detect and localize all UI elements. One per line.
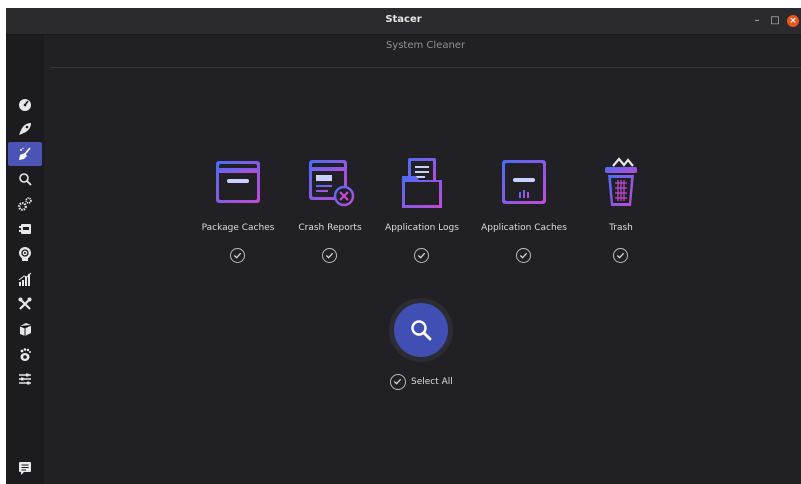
sidebar-item-dashboard[interactable] bbox=[10, 92, 40, 116]
crash-reports-icon bbox=[309, 160, 355, 207]
check-icon bbox=[616, 252, 625, 259]
application-logs-icon bbox=[402, 158, 442, 208]
resources-icon bbox=[19, 247, 31, 261]
select-all-label: Select All bbox=[411, 377, 453, 387]
maximize-button[interactable]: □ bbox=[769, 15, 781, 27]
dashboard-icon bbox=[19, 99, 31, 111]
app-window: Stacer – □ × System Cleaner Package Cach… bbox=[6, 8, 801, 484]
category-trash[interactable]: Trash bbox=[566, 156, 676, 266]
broom-icon bbox=[19, 147, 31, 160]
sidebar-item-statistics[interactable] bbox=[10, 267, 40, 291]
category-application-logs[interactable]: Application Logs bbox=[367, 156, 477, 266]
scan-button-ring bbox=[389, 298, 453, 362]
page-header: System Cleaner bbox=[50, 35, 801, 68]
sidebar-item-uninstaller[interactable] bbox=[10, 217, 40, 241]
check-icon bbox=[233, 252, 242, 259]
select-all-checkbox[interactable] bbox=[390, 374, 406, 390]
check-icon bbox=[417, 252, 426, 259]
sidebar bbox=[6, 35, 44, 484]
scan-button[interactable] bbox=[394, 303, 448, 357]
sidebar-item-services[interactable] bbox=[10, 192, 40, 216]
sidebar-item-system-cleaner[interactable] bbox=[8, 142, 42, 166]
search-icon bbox=[411, 320, 432, 341]
sidebar-item-resources[interactable] bbox=[10, 242, 40, 266]
sidebar-item-gnome-settings[interactable] bbox=[10, 342, 40, 366]
sidebar-item-helpers[interactable] bbox=[10, 292, 40, 316]
sidebar-item-feedback[interactable] bbox=[10, 456, 40, 480]
feedback-icon bbox=[19, 462, 31, 475]
sidebar-item-search[interactable] bbox=[10, 167, 40, 191]
rocket-icon bbox=[19, 123, 31, 135]
checkbox[interactable] bbox=[613, 248, 628, 263]
category-label: Trash bbox=[609, 223, 633, 233]
checkbox[interactable] bbox=[322, 248, 337, 263]
minimize-button[interactable]: – bbox=[751, 15, 763, 27]
trash-icon bbox=[605, 157, 637, 206]
check-icon bbox=[393, 378, 402, 385]
checkbox[interactable] bbox=[414, 248, 429, 263]
sidebar-item-optimizer[interactable] bbox=[10, 117, 40, 141]
checkbox[interactable] bbox=[230, 248, 245, 263]
category-label: Application Logs bbox=[385, 223, 459, 233]
gears-icon bbox=[18, 197, 32, 211]
category-application-caches[interactable]: Application Caches bbox=[469, 156, 579, 266]
sidebar-item-apt-repository[interactable] bbox=[10, 317, 40, 341]
gnome-icon bbox=[20, 348, 31, 361]
application-caches-icon bbox=[499, 160, 549, 204]
check-icon bbox=[519, 252, 528, 259]
settings-sliders-icon bbox=[19, 373, 31, 385]
uninstaller-icon bbox=[19, 224, 31, 234]
close-button[interactable]: × bbox=[787, 15, 799, 27]
package-caches-icon bbox=[216, 161, 260, 203]
category-label: Application Caches bbox=[481, 223, 567, 233]
chart-icon bbox=[18, 272, 32, 286]
checkbox[interactable] bbox=[516, 248, 531, 263]
page-title: System Cleaner bbox=[385, 40, 466, 51]
tools-icon bbox=[18, 297, 32, 310]
check-icon bbox=[325, 252, 334, 259]
search-icon bbox=[19, 173, 32, 186]
window-title: Stacer bbox=[385, 14, 422, 25]
sidebar-item-settings[interactable] bbox=[10, 367, 40, 391]
select-all-toggle[interactable]: Select All bbox=[390, 373, 453, 391]
package-icon bbox=[19, 323, 32, 336]
title-bar: Stacer – □ × bbox=[6, 8, 801, 35]
